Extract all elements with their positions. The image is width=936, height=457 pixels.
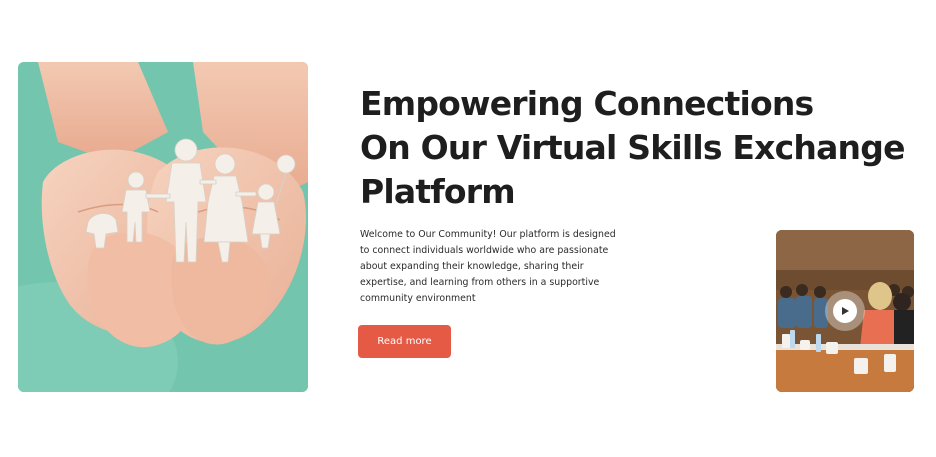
video-thumbnail-conference[interactable] <box>776 230 914 392</box>
play-icon <box>833 299 857 323</box>
hero-image-hands-family <box>18 62 308 392</box>
headline-line-2: On Our Virtual Skills Exchange <box>360 128 905 167</box>
hero-description: Welcome to Our Community! Our platform i… <box>360 229 616 304</box>
hero-section: Empowering Connections On Our Virtual Sk… <box>0 0 936 457</box>
hero-headline: Empowering Connections On Our Virtual Sk… <box>360 82 905 214</box>
play-button[interactable] <box>825 291 865 331</box>
headline-line-1: Empowering Connections <box>360 84 814 123</box>
read-more-button[interactable]: Read more <box>358 325 451 358</box>
headline-line-3: Platform <box>360 172 516 211</box>
